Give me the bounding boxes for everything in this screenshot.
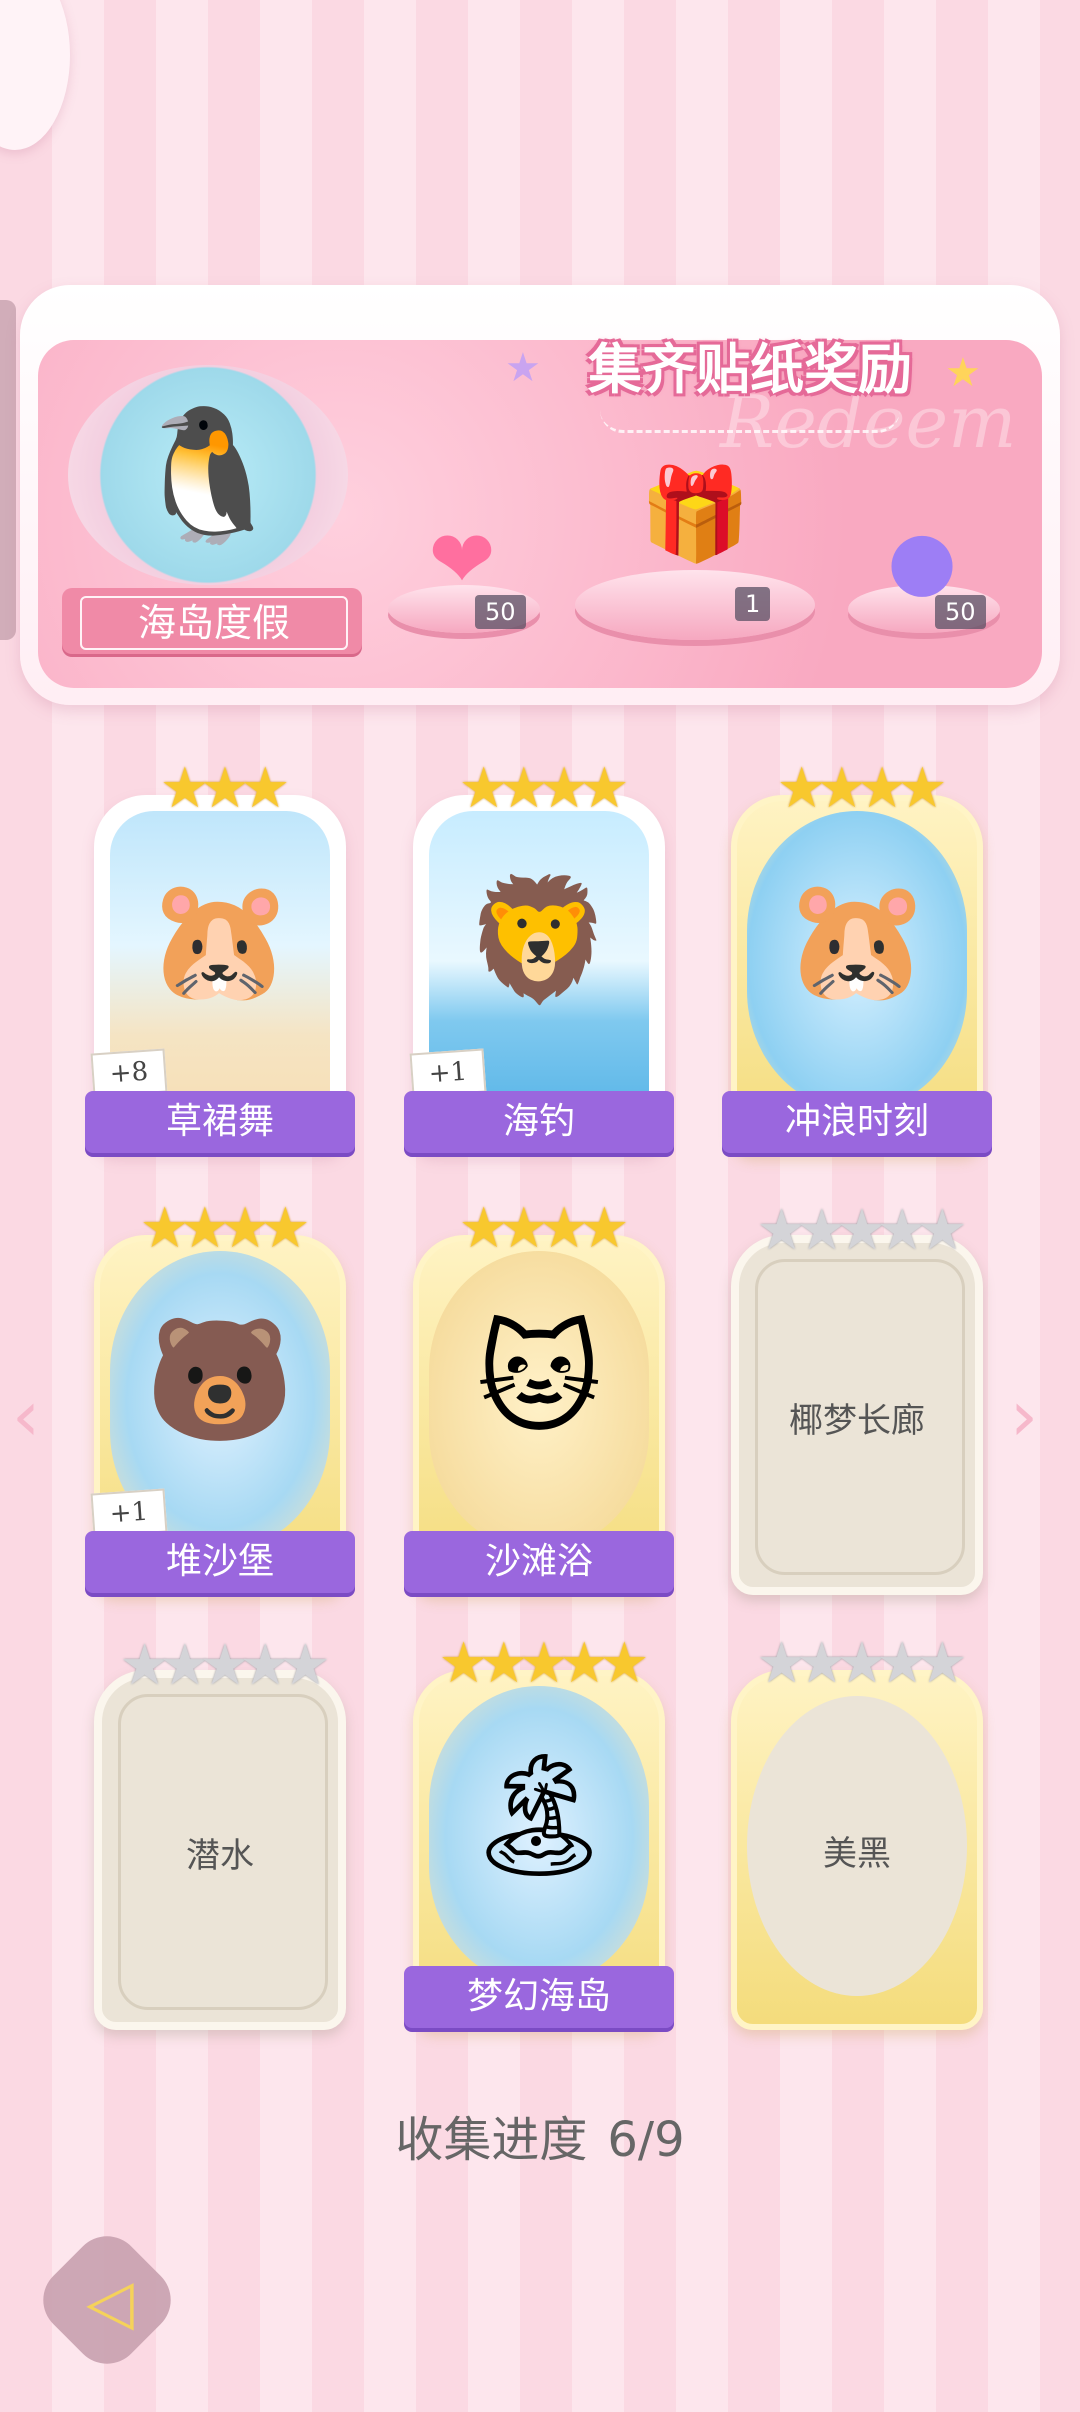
banner-title: 集齐贴纸奖励	[588, 338, 912, 401]
progress-label: 收集进度	[395, 2112, 588, 2168]
star-decoration-icon: ★	[945, 350, 981, 396]
progress-value: 6/9	[607, 2112, 685, 2168]
reward-count: 50	[935, 595, 986, 629]
card-name: 梦幻海岛	[404, 1966, 674, 2028]
reward-count: 1	[735, 587, 771, 621]
locked-sticker-card[interactable]: ★★★★★ 潜水	[94, 1633, 346, 2030]
card-name: 堆沙堡	[85, 1531, 355, 1593]
beach-hut-island-icon: 🏝	[429, 1686, 649, 1986]
side-drawer-handle[interactable]	[0, 300, 16, 640]
chevron-right-icon[interactable]: ›	[1010, 1375, 1038, 1457]
penguin-icon: 🐧	[127, 399, 289, 551]
sticker-card[interactable]: ★★★★ 🐱 沙滩浴	[404, 1196, 674, 1595]
card-name: 沙滩浴	[404, 1531, 674, 1593]
star-rating: ★★★★★	[756, 1631, 967, 1696]
gift-box-icon[interactable]: 🎁	[630, 465, 760, 565]
sticker-card[interactable]: ★★★ 🐹 +8 草裙舞	[85, 756, 355, 1155]
star-decoration-icon: ★	[505, 345, 541, 391]
locked-sticker-card[interactable]: ★★★★★ 美黑	[731, 1631, 983, 2030]
card-name: 草裙舞	[85, 1091, 355, 1153]
back-arrow-icon[interactable]: ◁	[70, 2262, 150, 2342]
penguin-theme-avatar: 🐧	[68, 365, 348, 585]
card-name: 海钓	[404, 1091, 674, 1153]
card-name: 冲浪时刻	[722, 1091, 992, 1153]
card-name: 美黑	[823, 1834, 891, 1874]
sticker-card[interactable]: ★★★★ 🦁 +1 海钓	[404, 756, 674, 1155]
theme-label: 海岛度假	[80, 596, 348, 650]
chevron-left-icon[interactable]: ‹	[12, 1375, 40, 1457]
card-name: 潜水	[186, 1836, 254, 1876]
hamster-surfing-icon: 🐹	[747, 811, 967, 1111]
sticker-card[interactable]: ★★★★★ 🏝 梦幻海岛	[404, 1631, 674, 2030]
cat-sand-bath-icon: 🐱	[429, 1251, 649, 1551]
locked-sticker-card[interactable]: ★★★★★ 椰梦长廊	[731, 1198, 983, 1595]
fan-menu-button[interactable]	[0, 0, 70, 150]
sticker-card[interactable]: ★★★★ 🐹 冲浪时刻	[722, 756, 992, 1155]
card-name: 椰梦长廊	[789, 1401, 925, 1441]
title-underline	[600, 410, 900, 433]
reward-pedestal	[575, 570, 815, 640]
star-rating: ★★★★★	[119, 1633, 330, 1698]
reward-count: 50	[475, 595, 526, 629]
collection-progress: 收集进度 6/9	[0, 2100, 1080, 2170]
sticker-card[interactable]: ★★★★ 🐻 +1 堆沙堡	[85, 1196, 355, 1595]
star-rating: ★★★★★	[756, 1198, 967, 1263]
